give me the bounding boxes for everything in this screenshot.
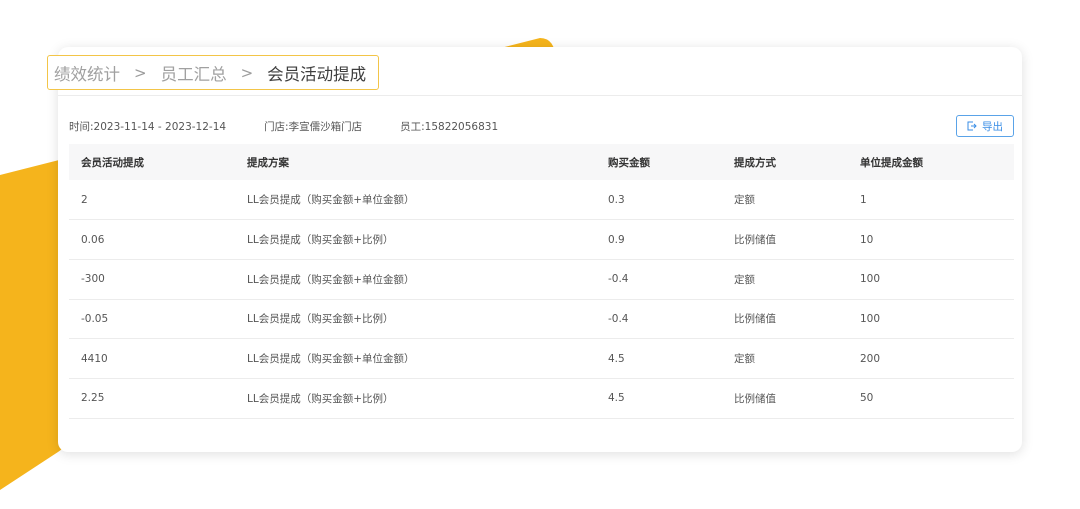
cell-commission: -0.05 (81, 312, 109, 325)
breadcrumb-performance-stats[interactable]: 绩效统计 (54, 61, 120, 85)
column-header-member-activity-commission: 会员活动提成 (81, 156, 144, 169)
cell-commission: 0.06 (81, 233, 105, 246)
commission-panel: 绩效统计 > 员工汇总 > 会员活动提成 时间:2023-11-14 - 202… (47, 47, 1022, 452)
store-label: 门店: (264, 121, 289, 133)
time-value: 2023-11-14 - 2023-12-14 (93, 121, 227, 133)
employee-value: 15822056831 (424, 121, 499, 133)
store-value: 李宣儒沙箱门店 (288, 121, 363, 133)
cell-method: 比例储值 (734, 313, 776, 326)
cell-purchase-amount: 4.5 (608, 352, 625, 365)
cell-method: 定额 (734, 353, 755, 366)
cell-plan: LL会员提成（购买金额+单位金额） (247, 194, 415, 207)
employee-filter: 员工:15822056831 (400, 119, 498, 134)
cell-method: 定额 (734, 273, 755, 286)
time-filter: 时间:2023-11-14 - 2023-12-14 (69, 119, 226, 134)
table-row: 0.06 LL会员提成（购买金额+比例） 0.9 比例储值 10 (69, 220, 1014, 260)
employee-label: 员工: (400, 121, 425, 133)
table-row: 2.25 LL会员提成（购买金额+比例） 4.5 比例储值 50 (69, 378, 1014, 419)
cell-unit-amount: 10 (860, 233, 874, 246)
export-label: 导出 (982, 120, 1003, 133)
column-header-commission-method: 提成方式 (734, 156, 776, 169)
breadcrumb-employee-summary[interactable]: 员工汇总 (161, 61, 227, 85)
cell-commission: 2 (81, 193, 88, 206)
cell-commission: -300 (81, 273, 105, 286)
cell-method: 比例储值 (734, 234, 776, 247)
cell-unit-amount: 100 (860, 312, 881, 325)
breadcrumb-separator: > (240, 63, 254, 82)
export-button[interactable]: 导出 (956, 115, 1014, 137)
time-label: 时间: (69, 121, 94, 133)
cell-purchase-amount: -0.4 (608, 312, 629, 325)
cell-plan: LL会员提成（购买金额+比例） (247, 313, 394, 326)
cell-unit-amount: 50 (860, 392, 874, 405)
cell-unit-amount: 100 (860, 273, 881, 286)
table-header-row: 会员活动提成 提成方案 购买金额 提成方式 单位提成金额 (69, 144, 1014, 180)
cell-purchase-amount: 4.5 (608, 392, 625, 405)
cell-commission: 4410 (81, 352, 108, 365)
export-icon (967, 121, 977, 131)
cell-purchase-amount: -0.4 (608, 273, 629, 286)
cell-plan: LL会员提成（购买金额+比例） (247, 392, 394, 405)
cell-plan: LL会员提成（购买金额+比例） (247, 234, 394, 247)
cell-unit-amount: 1 (860, 193, 867, 206)
cell-unit-amount: 200 (860, 352, 881, 365)
cell-purchase-amount: 0.3 (608, 193, 625, 206)
filter-summary: 时间:2023-11-14 - 2023-12-14 门店:李宣儒沙箱门店 员工… (69, 119, 536, 134)
cell-method: 比例储值 (734, 392, 776, 405)
store-filter: 门店:李宣儒沙箱门店 (264, 119, 362, 134)
cell-method: 定额 (734, 194, 755, 207)
cell-plan: LL会员提成（购买金额+单位金额） (247, 353, 415, 366)
commission-table: 会员活动提成 提成方案 购买金额 提成方式 单位提成金额 2 LL会员提成（购买… (69, 144, 1014, 419)
column-header-purchase-amount: 购买金额 (608, 156, 650, 169)
table-row: -300 LL会员提成（购买金额+单位金额） -0.4 定额 100 (69, 259, 1014, 300)
cell-purchase-amount: 0.9 (608, 233, 625, 246)
breadcrumb: 绩效统计 > 员工汇总 > 会员活动提成 (47, 55, 380, 90)
column-header-commission-plan: 提成方案 (247, 156, 289, 169)
table-row: -0.05 LL会员提成（购买金额+比例） -0.4 比例储值 100 (69, 299, 1014, 339)
cell-commission: 2.25 (81, 392, 105, 405)
header-divider (58, 95, 1022, 96)
breadcrumb-member-activity-commission: 会员活动提成 (267, 64, 367, 84)
cell-plan: LL会员提成（购买金额+单位金额） (247, 273, 415, 286)
table-row: 4410 LL会员提成（购买金额+单位金额） 4.5 定额 200 (69, 339, 1014, 379)
breadcrumb-separator: > (134, 63, 147, 82)
column-header-unit-commission-amount: 单位提成金额 (860, 156, 923, 169)
table-row: 2 LL会员提成（购买金额+单位金额） 0.3 定额 1 (69, 180, 1014, 220)
